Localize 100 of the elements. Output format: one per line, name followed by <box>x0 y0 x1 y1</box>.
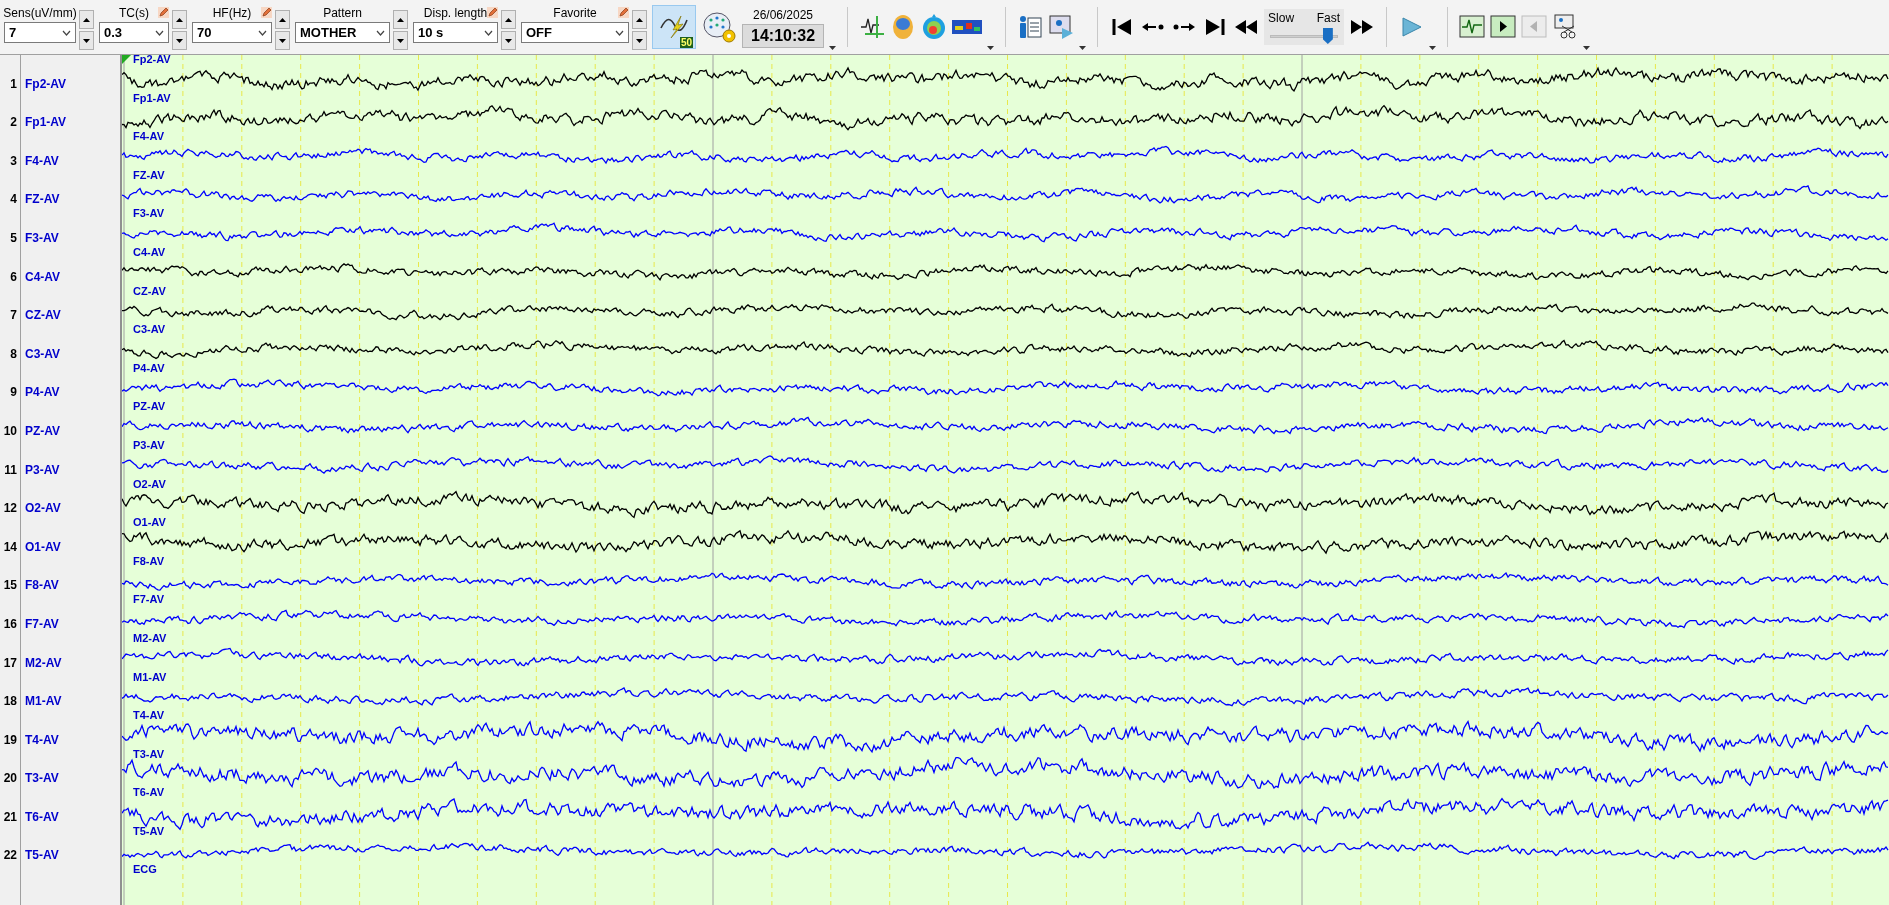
channel-name[interactable]: P4-AV <box>25 383 60 402</box>
filter-toggle-button[interactable]: 50 <box>652 5 696 49</box>
video-play-icon[interactable] <box>1048 14 1075 40</box>
channel-name[interactable]: T5-AV <box>25 846 59 865</box>
topographic-map-icon[interactable] <box>921 14 948 40</box>
channel-number: 10 <box>2 422 17 440</box>
control-label: Pattern <box>323 5 362 22</box>
trace-label: F7-AV <box>133 593 164 607</box>
pencil-icon[interactable] <box>618 7 629 18</box>
chevron-down-icon <box>615 29 624 36</box>
channel-number: 22 <box>2 847 17 865</box>
channel-number: 19 <box>2 731 17 749</box>
trace-label: M2-AV <box>133 631 167 645</box>
channel-number: 6 <box>9 268 17 286</box>
increment-button[interactable] <box>172 10 187 29</box>
play-panel-icon[interactable] <box>1490 14 1517 40</box>
channel-number: 1 <box>9 75 17 93</box>
channel-number: 20 <box>2 770 17 788</box>
head-electrode-settings-icon[interactable] <box>701 10 737 44</box>
channel-name[interactable]: C4-AV <box>25 267 61 286</box>
channel-name[interactable]: F7-AV <box>25 614 59 633</box>
control-label: Favorite <box>553 5 597 22</box>
channel-number: 4 <box>9 191 17 209</box>
chevron-down-icon <box>484 29 493 36</box>
channel-name[interactable]: Fp1-AV <box>25 113 67 132</box>
waveform-window-icon[interactable] <box>1459 14 1486 40</box>
dropdown-select[interactable]: MOTHER <box>295 22 390 43</box>
control-label: Disp. length <box>423 5 488 22</box>
decrement-button[interactable] <box>172 31 187 50</box>
decrement-button[interactable] <box>275 31 290 50</box>
time-display: 14:10:32 <box>742 24 825 48</box>
patient-info-icon[interactable] <box>1017 14 1044 40</box>
channel-name[interactable]: T6-AV <box>25 807 59 826</box>
decrement-button[interactable] <box>393 31 408 50</box>
caret-down-icon <box>83 38 90 43</box>
slider-thumb[interactable] <box>1322 28 1333 44</box>
slow-label: Slow <box>1268 10 1295 27</box>
channel-name[interactable]: F3-AV <box>25 228 59 247</box>
decrement-button[interactable] <box>79 31 94 50</box>
trace-label: ECG <box>133 863 157 877</box>
caret-icon[interactable] <box>1583 46 1591 50</box>
channel-name[interactable]: T3-AV <box>25 769 59 788</box>
speed-slider[interactable] <box>1270 27 1339 45</box>
dropdown-select[interactable]: 7 <box>4 22 76 43</box>
control-label: HF(Hz) <box>212 5 252 22</box>
chevron-down-icon <box>376 29 385 36</box>
channel-name[interactable]: T4-AV <box>25 730 59 749</box>
channel-name[interactable]: O2-AV <box>25 499 61 518</box>
caret-up-icon <box>83 17 90 22</box>
channel-name[interactable]: M2-AV <box>25 653 62 672</box>
dropdown-select[interactable]: 70 <box>192 22 272 43</box>
channel-number: 21 <box>2 808 17 826</box>
chevron-down-icon <box>62 29 71 36</box>
pencil-icon[interactable] <box>487 7 498 18</box>
spectrogram-icon[interactable] <box>952 20 983 34</box>
increment-button[interactable] <box>79 10 94 29</box>
caret-icon[interactable] <box>829 46 837 50</box>
chevron-down-icon <box>258 29 267 36</box>
pencil-icon[interactable] <box>261 7 272 18</box>
chevron-down-icon <box>155 29 164 36</box>
channel-name[interactable]: Fp2-AV <box>25 74 67 93</box>
channel-name[interactable]: P3-AV <box>25 460 60 479</box>
caret-icon[interactable] <box>1079 46 1087 50</box>
increment-button[interactable] <box>393 10 408 29</box>
trace-label: PZ-AV <box>133 400 166 414</box>
channel-number: 2 <box>9 114 17 132</box>
channel-name[interactable]: PZ-AV <box>25 421 61 440</box>
decrement-button[interactable] <box>632 31 647 50</box>
trace-label: T5-AV <box>133 824 164 838</box>
channel-number: 16 <box>2 615 17 633</box>
caret-up-icon <box>505 17 512 22</box>
dropdown-select[interactable]: 0.3 <box>99 22 169 43</box>
waveform-cursor-icon[interactable] <box>859 14 886 40</box>
caret-down-icon <box>505 38 512 43</box>
channel-name[interactable]: F4-AV <box>25 151 59 170</box>
increment-button[interactable] <box>501 10 516 29</box>
channel-name[interactable]: F8-AV <box>25 576 59 595</box>
trace-label: F3-AV <box>133 207 164 221</box>
caret-icon[interactable] <box>1429 46 1437 50</box>
trace-label: T4-AV <box>133 709 164 723</box>
pencil-icon[interactable] <box>158 7 169 18</box>
trace-label: P4-AV <box>133 361 165 375</box>
trace-label: CZ-AV <box>133 284 166 298</box>
channel-number: 17 <box>2 654 17 672</box>
decrement-button[interactable] <box>501 31 516 50</box>
dropdown-select[interactable]: OFF <box>521 22 629 43</box>
channel-number: 9 <box>9 384 17 402</box>
channel-name[interactable]: O1-AV <box>25 537 61 556</box>
caret-up-icon <box>636 17 643 22</box>
dropdown-select[interactable]: 10 s <box>413 22 498 43</box>
channel-name[interactable]: CZ-AV <box>25 306 61 325</box>
channel-name[interactable]: C3-AV <box>25 344 61 363</box>
channel-number: 5 <box>9 229 17 247</box>
channel-name[interactable]: FZ-AV <box>25 190 60 209</box>
video-scissors-icon[interactable] <box>1552 14 1579 40</box>
increment-button[interactable] <box>275 10 290 29</box>
channel-name[interactable]: M1-AV <box>25 692 62 711</box>
increment-button[interactable] <box>632 10 647 29</box>
caret-icon[interactable] <box>987 46 995 50</box>
trace-label: M1-AV <box>133 670 167 684</box>
